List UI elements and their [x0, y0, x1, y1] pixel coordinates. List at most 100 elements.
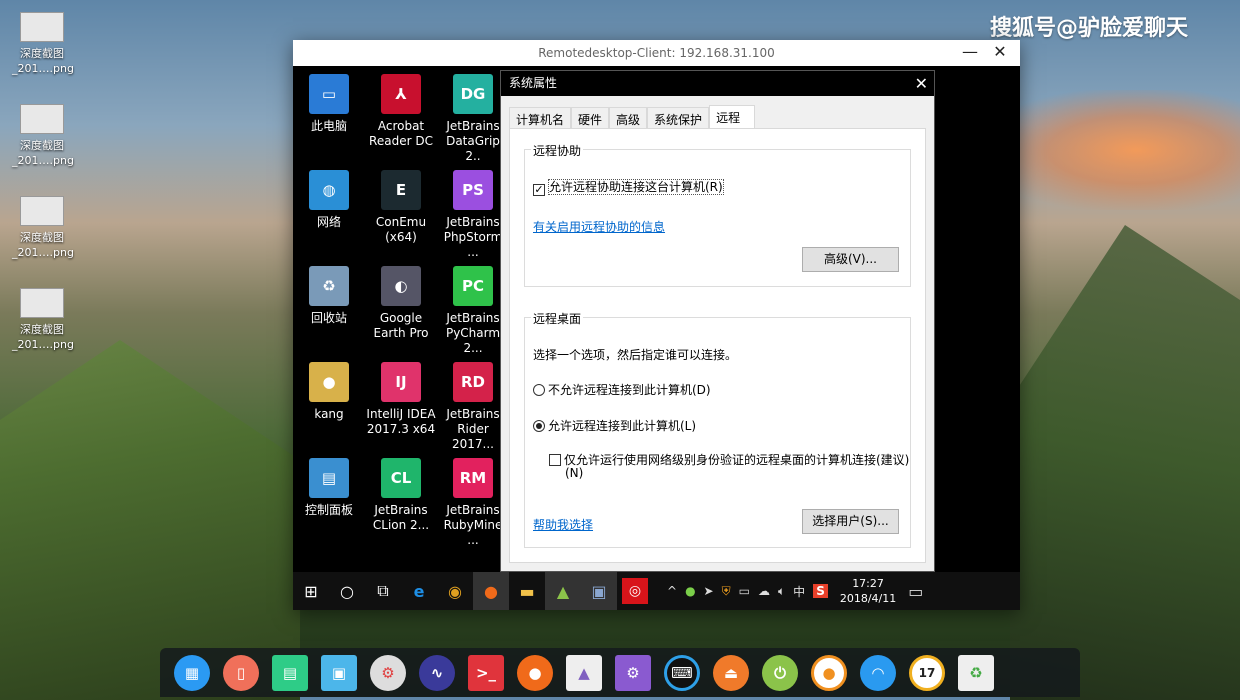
image-viewer-icon[interactable]: ▲	[566, 655, 602, 691]
file-name: 深度截图	[12, 138, 72, 153]
remote-assistance-group: 远程协助 ✓允许远程协助连接这台计算机(R) 有关启用远程协助的信息 高级(V)…	[524, 149, 911, 287]
tray-expand-icon[interactable]: ^	[667, 584, 677, 598]
edge-icon[interactable]: e	[401, 572, 437, 610]
search-circle-icon[interactable]: ○	[329, 572, 365, 610]
keyboard-icon[interactable]: ⌨	[664, 655, 700, 691]
android-icon[interactable]: ⏻	[762, 655, 798, 691]
desktop-shortcut[interactable]: ◍网络	[293, 170, 365, 230]
desktop-shortcut[interactable]: CL JetBrains CLion 2...	[365, 458, 437, 533]
notification-icon[interactable]: ▭	[908, 582, 923, 601]
group-label: 远程协助	[531, 142, 583, 159]
security-shield-icon[interactable]: ⛨	[722, 584, 731, 599]
deepin-install-icon[interactable]: ⏏	[713, 655, 749, 691]
shortcut-label: 此电脑	[293, 119, 365, 134]
shortcut-label: JetBrains PhpStorm ...	[437, 215, 509, 260]
notes-icon[interactable]: ▤	[272, 655, 308, 691]
desktop-shortcut[interactable]: ●kang	[293, 362, 365, 422]
shortcut-label: IntelliJ IDEA 2017.3 x64	[365, 407, 437, 437]
desktop-shortcut[interactable]: PCJetBrains PyCharm 2...	[437, 266, 509, 356]
file-explorer-icon[interactable]: ▬	[509, 572, 545, 610]
desktop-shortcut[interactable]: ▭ 此电脑	[293, 74, 365, 134]
remote-assistance-info-link[interactable]: 有关启用远程协助的信息	[533, 218, 665, 235]
help-me-choose-link[interactable]: 帮助我选择	[533, 516, 593, 533]
network-icon[interactable]: ▭	[739, 584, 750, 598]
clion-icon: CL	[381, 458, 421, 498]
desktop-shortcut[interactable]: DGJetBrains DataGrip 2..	[437, 74, 509, 164]
wechat-icon[interactable]: ●	[685, 584, 695, 598]
desktop-shortcut[interactable]: ⅄Acrobat Reader DC	[365, 74, 437, 149]
terminal-icon[interactable]: >_	[468, 655, 504, 691]
deny-remote-radio[interactable]: 不允许远程连接到此计算机(D)	[533, 381, 711, 398]
remote-desktop-icon[interactable]: ▣	[581, 572, 617, 610]
desktop-shortcut[interactable]: ◐Google Earth Pro	[365, 266, 437, 341]
shortcut-label: JetBrains RubyMine ...	[437, 503, 509, 548]
sogou-icon[interactable]: S	[813, 584, 828, 598]
settings-icon[interactable]: ⚙	[370, 655, 406, 691]
clock[interactable]: 17:272018/4/11	[840, 576, 896, 606]
control-panel-icon: ▤	[309, 458, 349, 498]
firefox-icon[interactable]: ●	[517, 655, 553, 691]
select-users-button[interactable]: 选择用户(S)...	[802, 509, 899, 534]
remote-desktop-window: Remotedesktop-Client: 192.168.31.100 — ✕…	[293, 40, 1020, 610]
netease-music-icon[interactable]: ◎	[622, 578, 648, 604]
desktop-file[interactable]: 深度截图_201….png	[12, 196, 72, 260]
launcher-icon[interactable]: ▦	[174, 655, 210, 691]
remote-tab-panel: 远程协助 ✓允许远程协助连接这台计算机(R) 有关启用远程协助的信息 高级(V)…	[509, 128, 926, 563]
screen-recorder-icon[interactable]: ●	[811, 655, 847, 691]
desktop-shortcut[interactable]: RDJetBrains Rider 2017...	[437, 362, 509, 452]
package-installer-icon[interactable]: ⚙	[615, 655, 651, 691]
send-icon[interactable]: ➤	[704, 584, 714, 598]
dock: ▦ ▯ ▤ ▣ ⚙ ∿ >_ ● ▲ ⚙ ⌨ ⏏ ⏻ ● ◠ 17 ♻	[160, 648, 1080, 697]
tab-advanced[interactable]: 高级	[609, 107, 647, 129]
desktop-file[interactable]: 深度截图_201….png	[12, 104, 72, 168]
allow-remote-radio[interactable]: 允许远程连接到此计算机(L)	[533, 417, 696, 434]
desktop-shortcut[interactable]: EConEmu (x64)	[365, 170, 437, 245]
file-name: 深度截图	[12, 322, 72, 337]
desktop-shortcut[interactable]: IJIntelliJ IDEA 2017.3 x64	[365, 362, 437, 437]
wifi-icon[interactable]: ◠	[860, 655, 896, 691]
network-icon: ◍	[309, 170, 349, 210]
file-thumbnail-icon	[20, 288, 64, 318]
google-earth-icon: ◐	[381, 266, 421, 306]
desktop-file[interactable]: 深度截图_201….png	[12, 12, 72, 76]
tab-computer-name[interactable]: 计算机名	[509, 107, 571, 129]
file-name-ext: _201….png	[12, 245, 72, 260]
cloud-icon[interactable]: ☁	[758, 584, 770, 598]
close-button[interactable]: ✕	[985, 40, 1015, 66]
minimize-button[interactable]: —	[955, 40, 985, 66]
shortcut-label: JetBrains CLion 2...	[365, 503, 437, 533]
trash-icon[interactable]: ♻	[958, 655, 994, 691]
tab-system-protection[interactable]: 系统保护	[647, 107, 709, 129]
nla-only-checkbox[interactable]: 仅允许运行使用网络级别身份验证的远程桌面的计算机连接(建议)	[549, 451, 909, 468]
android-studio-icon[interactable]: ▲	[545, 572, 581, 610]
multitask-view-icon[interactable]: ▯	[223, 655, 259, 691]
advanced-button[interactable]: 高级(V)...	[802, 247, 899, 272]
tab-remote[interactable]: 远程	[709, 105, 755, 129]
desktop-file[interactable]: 深度截图_201….png	[12, 288, 72, 352]
clock-icon[interactable]: 17	[909, 655, 945, 691]
desktop-shortcut[interactable]: PSJetBrains PhpStorm ...	[437, 170, 509, 260]
start-icon[interactable]: ⊞	[293, 572, 329, 610]
system-monitor-icon[interactable]: ∿	[419, 655, 455, 691]
shortcut-label: JetBrains Rider 2017...	[437, 407, 509, 452]
window-titlebar: Remotedesktop-Client: 192.168.31.100 — ✕	[293, 40, 1020, 66]
desktop-shortcut[interactable]: ▤控制面板	[293, 458, 365, 518]
ime-indicator[interactable]: 中	[793, 583, 805, 600]
dialog-close-button[interactable]: ✕	[915, 71, 928, 96]
task-view-icon[interactable]: ⧉	[365, 572, 401, 610]
tab-bar: 计算机名 硬件 高级 系统保护 远程	[509, 106, 755, 129]
file-manager-icon[interactable]: ▣	[321, 655, 357, 691]
allow-remote-assistance-checkbox[interactable]: ✓允许远程协助连接这台计算机(R)	[533, 178, 724, 196]
computer-icon: ▭	[309, 74, 349, 114]
system-properties-dialog: 系统属性 ✕ 计算机名 硬件 高级 系统保护 远程 远程协助 ✓允许远程协助连接…	[500, 70, 935, 572]
chrome-icon[interactable]: ◉	[437, 572, 473, 610]
remote-desktop-group: 远程桌面 选择一个选项，然后指定谁可以连接。 不允许远程连接到此计算机(D) 允…	[524, 317, 911, 548]
desktop-shortcut[interactable]: RMJetBrains RubyMine ...	[437, 458, 509, 548]
firefox-icon[interactable]: ●	[473, 572, 509, 610]
conemu-icon: E	[381, 170, 421, 210]
shortcut-label: JetBrains DataGrip 2..	[437, 119, 509, 164]
desktop-shortcut[interactable]: ♻回收站	[293, 266, 365, 326]
pycharm-icon: PC	[453, 266, 493, 306]
volume-icon[interactable]: 🔈︎	[778, 584, 785, 599]
tab-hardware[interactable]: 硬件	[571, 107, 609, 129]
